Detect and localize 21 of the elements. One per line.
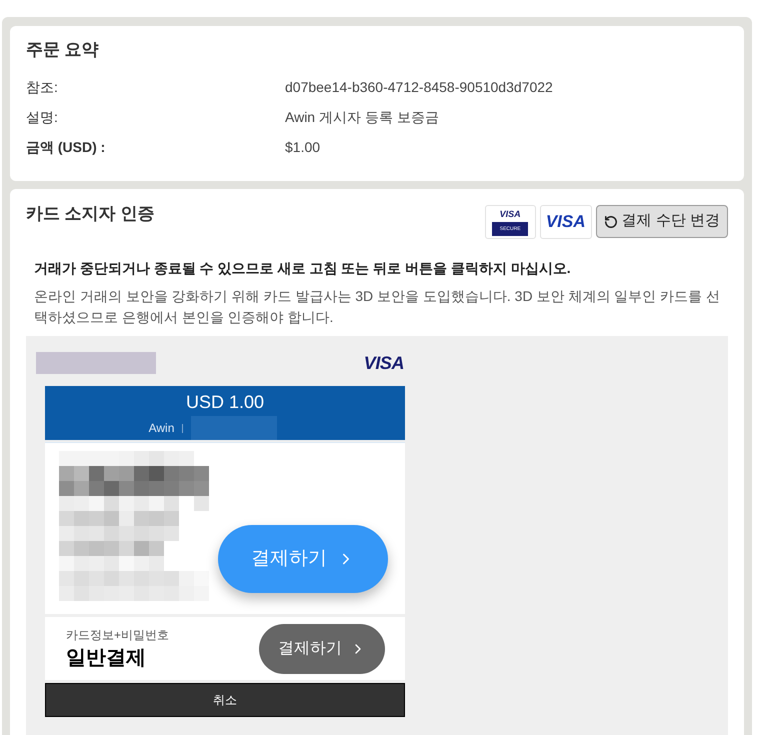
section-title: 주문 요약 <box>26 39 100 61</box>
field-value: $1.00 <box>285 138 320 156</box>
field-label: 설명: <box>26 108 59 126</box>
payment-title: 일반결제 <box>66 646 147 670</box>
refresh-icon <box>604 214 618 228</box>
cancel-button[interactable]: 취소 <box>45 683 405 717</box>
pay-button[interactable]: 결제하기 <box>259 624 385 674</box>
change-payment-method-button[interactable]: 결제 수단 변경 <box>596 205 728 238</box>
visa-logo: VISA <box>540 205 592 239</box>
field-label: 금액 (USD) : <box>26 138 106 157</box>
merchant-text: Awin <box>148 421 174 435</box>
payment-caption: 카드정보+비밀번호 <box>66 626 170 642</box>
field-value: d07bee14-b360-4712-8458-90510d3d7022 <box>285 78 553 96</box>
visa-logo: VISA <box>364 353 404 373</box>
section-title: 카드 소지자 인증 <box>26 203 154 225</box>
description-text: 온라인 거래의 보안을 강화하기 위해 카드 발급사는 3D 보안을 도입했습니다. 3D 보안 체계의 일부인 카드를 선택하셨으므로 은행에서 본인을 인증해야 합니다. <box>34 287 722 327</box>
amount-text: USD 1.00 <box>186 391 264 413</box>
warning-text: 거래가 중단되거나 종료될 수 있으므로 새로 고침 또는 뒤로 버튼을 클릭하지 마십시오. <box>34 259 572 278</box>
field-value: Awin 게시자 등록 보증금 <box>285 108 439 126</box>
logo-brand-text: VISA <box>500 209 521 219</box>
field-label: 참조: <box>26 78 59 96</box>
